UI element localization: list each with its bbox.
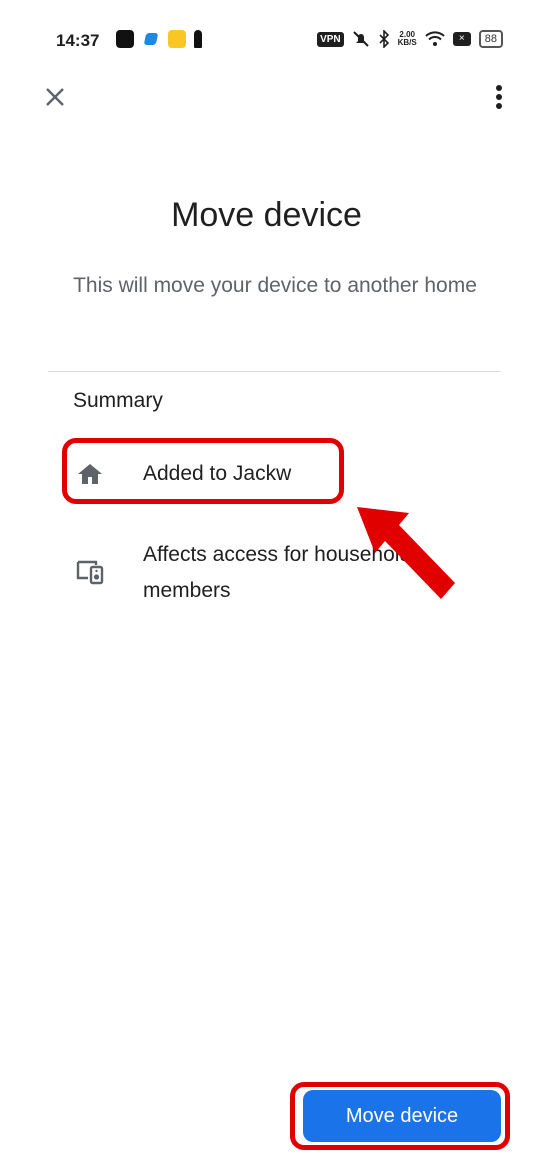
notes-icon [168,30,186,48]
battery-indicator: 88 [478,30,503,48]
bluetooth-icon [379,30,389,48]
highlight-box [290,1082,510,1150]
keyhole-icon [194,30,202,48]
app-icon [142,30,160,48]
page-subtitle: This will move your device to another ho… [73,274,477,297]
highlight-box [62,438,344,504]
notification-icons [116,30,202,48]
status-bar: 14:37 VPN 2.00 KB/S × 88 [0,0,533,80]
more-vert-icon [496,85,502,109]
system-icons: VPN 2.00 KB/S × 88 [317,30,503,48]
arrow-annotation [357,507,455,599]
more-options-button[interactable] [482,80,516,114]
divider [48,371,501,372]
status-time: 14:37 [56,31,100,50]
mute-icon [352,31,369,47]
tiktok-icon [116,30,134,48]
page-title: Move device [171,196,362,234]
close-icon [46,88,64,106]
sim-icon: × [452,32,471,46]
vpn-icon: VPN [317,31,344,47]
wifi-icon [425,31,445,46]
network-speed: 2.00 KB/S [397,30,417,47]
summary-heading: Summary [73,389,163,412]
devices-icon [72,554,108,590]
close-button[interactable] [38,80,72,114]
